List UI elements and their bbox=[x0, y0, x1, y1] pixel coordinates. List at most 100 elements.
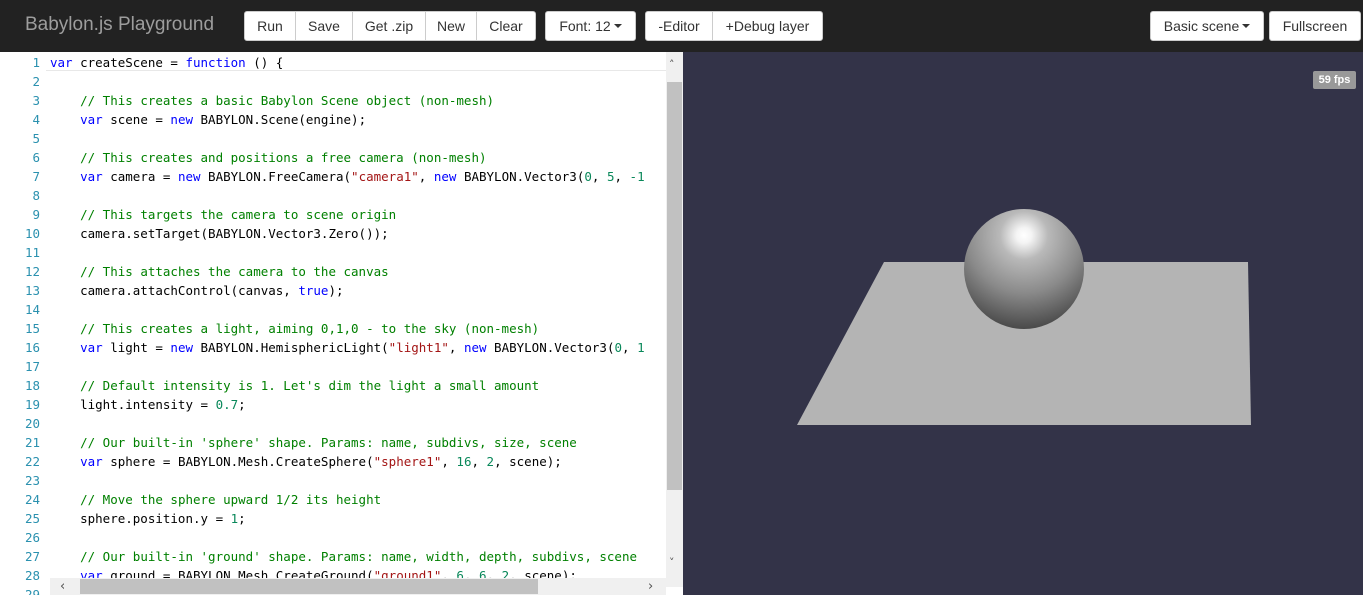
code-token: "sphere1" bbox=[373, 454, 442, 469]
code-token: BABYLON.HemisphericLight( bbox=[193, 340, 389, 355]
code-line[interactable]: var sphere = BABYLON.Mesh.CreateSphere("… bbox=[50, 452, 562, 471]
line-number: 16 bbox=[24, 340, 40, 355]
code-line[interactable]: // This creates a basic Babylon Scene ob… bbox=[50, 91, 494, 110]
code-token: , bbox=[471, 454, 487, 469]
code-token: var bbox=[50, 55, 73, 70]
code-line[interactable]: camera.setTarget(BABYLON.Vector3.Zero())… bbox=[50, 224, 389, 243]
code-line[interactable]: // Move the sphere upward 1/2 its height bbox=[50, 490, 381, 509]
scroll-left-icon[interactable]: ‹ bbox=[60, 579, 65, 594]
new-button[interactable]: New bbox=[425, 11, 477, 41]
vertical-scrollbar-thumb[interactable] bbox=[667, 82, 682, 490]
app-title[interactable]: Babylon.js Playground bbox=[25, 14, 214, 36]
horizontal-scrollbar-thumb[interactable] bbox=[80, 579, 538, 594]
code-line[interactable]: var createScene = function () { bbox=[50, 53, 283, 72]
code-token: camera = bbox=[102, 169, 178, 184]
scroll-right-icon[interactable]: › bbox=[648, 579, 653, 594]
scene-select-dropdown[interactable]: Basic scene bbox=[1150, 11, 1264, 41]
save-button[interactable]: Save bbox=[295, 11, 353, 41]
line-number: 19 bbox=[24, 397, 40, 412]
code-line[interactable]: // Default intensity is 1. Let's dim the… bbox=[50, 376, 539, 395]
code-token: new bbox=[177, 169, 201, 184]
chevron-down-icon bbox=[613, 24, 622, 29]
code-line[interactable]: sphere.position.y = 1; bbox=[50, 509, 246, 528]
get-zip-button[interactable]: Get .zip bbox=[352, 11, 426, 41]
code-token: // This attaches the camera to the canva… bbox=[80, 264, 389, 279]
line-number: 15 bbox=[24, 321, 40, 336]
code-token: , bbox=[448, 340, 464, 355]
code-token: new bbox=[170, 340, 193, 355]
code-line[interactable]: // Our built-in 'sphere' shape. Params: … bbox=[50, 433, 577, 452]
scroll-up-icon[interactable]: ˄ bbox=[669, 58, 675, 71]
toggle-editor-button[interactable]: -Editor bbox=[645, 11, 713, 41]
code-line[interactable]: light.intensity = 0.7; bbox=[50, 395, 246, 414]
fullscreen-button[interactable]: Fullscreen bbox=[1269, 11, 1361, 41]
code-line[interactable]: // Our built-in 'ground' shape. Params: … bbox=[50, 547, 637, 566]
code-token: camera.setTarget(BABYLON.Vector3.Zero())… bbox=[50, 226, 389, 241]
code-token: 0 bbox=[584, 169, 592, 184]
code-line[interactable]: var scene = new BABYLON.Scene(engine); bbox=[50, 110, 366, 129]
code-line[interactable]: var camera = new BABYLON.FreeCamera("cam… bbox=[50, 167, 645, 186]
code-token: BABYLON.Scene(engine); bbox=[193, 112, 367, 127]
line-number: 27 bbox=[24, 549, 40, 564]
line-number: 5 bbox=[32, 131, 40, 146]
render-canvas[interactable] bbox=[683, 52, 1363, 595]
code-line[interactable]: // This creates and positions a free cam… bbox=[50, 148, 486, 167]
code-line[interactable]: // This targets the camera to scene orig… bbox=[50, 205, 396, 224]
scene-viewport bbox=[797, 209, 1251, 425]
line-number: 13 bbox=[24, 283, 40, 298]
top-navbar: Babylon.js Playground Run Save Get .zip … bbox=[0, 0, 1363, 52]
debug-layer-button[interactable]: +Debug layer bbox=[712, 11, 823, 41]
code-token: new bbox=[170, 112, 193, 127]
code-line[interactable]: camera.attachControl(canvas, true); bbox=[50, 281, 343, 300]
code-token: var bbox=[80, 169, 103, 184]
code-token: // Default intensity is 1. Let's dim the… bbox=[80, 378, 540, 393]
line-number: 4 bbox=[32, 112, 40, 127]
sphere-mesh bbox=[964, 209, 1084, 329]
clear-button[interactable]: Clear bbox=[476, 11, 536, 41]
code-text-area[interactable]: var createScene = function () { // This … bbox=[50, 52, 666, 587]
line-number: 22 bbox=[24, 454, 40, 469]
code-token: // This creates a basic Babylon Scene ob… bbox=[80, 93, 495, 108]
run-button[interactable]: Run bbox=[244, 11, 296, 41]
chevron-down-icon bbox=[1242, 24, 1251, 29]
code-token: true bbox=[298, 283, 329, 298]
code-token: 1 bbox=[637, 340, 645, 355]
line-number: 18 bbox=[24, 378, 40, 393]
line-number: 21 bbox=[24, 435, 40, 450]
fps-counter: 59 fps bbox=[1313, 71, 1356, 89]
code-token: "camera1" bbox=[351, 169, 419, 184]
code-token: sphere = BABYLON.Mesh.CreateSphere( bbox=[102, 454, 374, 469]
code-token: // This creates a light, aiming 0,1,0 - … bbox=[80, 321, 540, 336]
code-token: , bbox=[591, 169, 607, 184]
scroll-down-icon[interactable]: ˅ bbox=[669, 556, 675, 569]
code-token: 0.7 bbox=[215, 397, 239, 412]
line-number: 20 bbox=[24, 416, 40, 431]
code-token: 16 bbox=[456, 454, 472, 469]
code-editor[interactable]: 1 2 3 4 5 6 7 8 9 10 11 12 13 14 15 16 17 18 19 20 21 22 23 24 2… bbox=[0, 52, 683, 595]
code-line[interactable]: // This attaches the camera to the canva… bbox=[50, 262, 389, 281]
line-number: 24 bbox=[24, 492, 40, 507]
line-number: 17 bbox=[24, 359, 40, 374]
line-number: 3 bbox=[32, 93, 40, 108]
code-token: function bbox=[185, 55, 246, 70]
code-token: // Our built-in 'ground' shape. Params: … bbox=[80, 549, 638, 564]
line-number: 11 bbox=[24, 245, 40, 260]
line-number: 1 bbox=[32, 55, 40, 70]
line-number: 6 bbox=[32, 150, 40, 165]
code-token: 0 bbox=[614, 340, 622, 355]
code-line[interactable]: var light = new BABYLON.HemisphericLight… bbox=[50, 338, 645, 357]
code-token: new bbox=[463, 340, 487, 355]
line-number: 29 bbox=[24, 587, 40, 595]
font-size-dropdown[interactable]: Font: 12 bbox=[545, 11, 636, 41]
scene-select-label: Basic scene bbox=[1163, 18, 1240, 34]
code-token: -1 bbox=[629, 169, 645, 184]
line-number: 10 bbox=[24, 226, 40, 241]
code-line[interactable]: // This creates a light, aiming 0,1,0 - … bbox=[50, 319, 539, 338]
line-number: 26 bbox=[24, 530, 40, 545]
code-token: new bbox=[433, 169, 457, 184]
